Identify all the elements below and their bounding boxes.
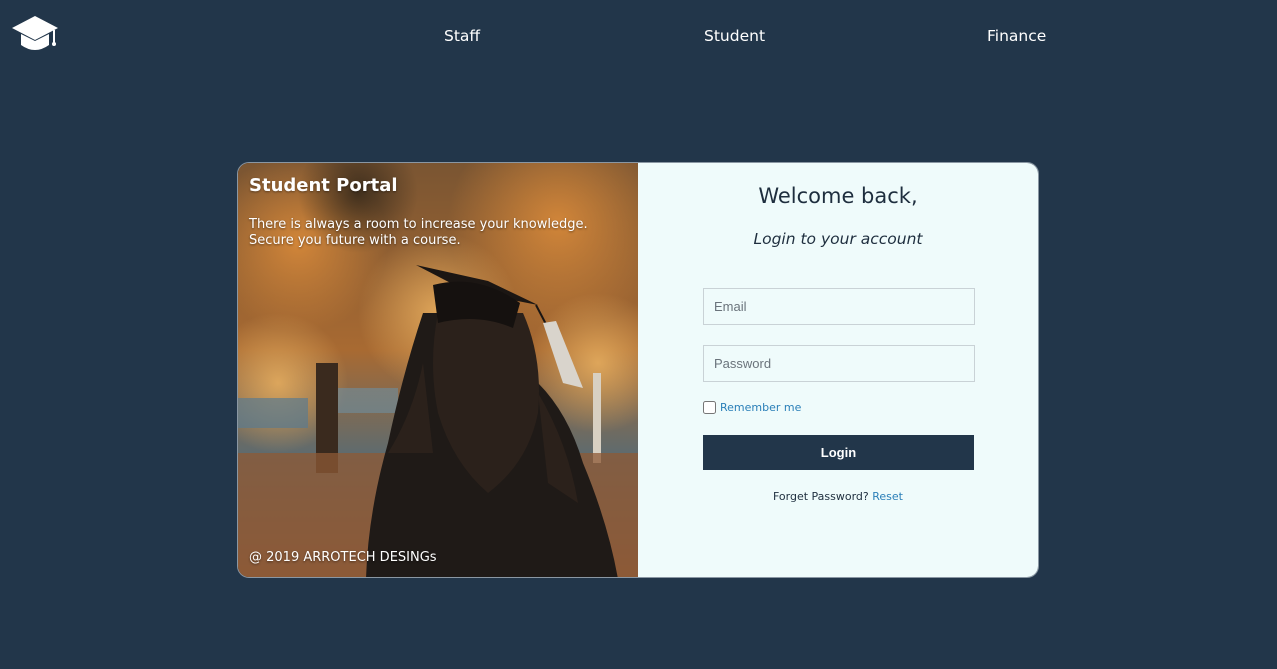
portal-title: Student Portal [249, 175, 398, 196]
email-field[interactable] [703, 288, 975, 325]
portal-tagline: There is always a room to increase your … [249, 217, 629, 249]
tagline-line-2: Secure you future with a course. [249, 233, 461, 248]
welcome-heading: Welcome back, [758, 184, 918, 208]
forgot-password-row: Forget Password? Reset [638, 490, 1038, 503]
login-button[interactable]: Login [703, 435, 974, 470]
forgot-password-text: Forget Password? [772, 490, 873, 503]
nav-link-staff[interactable]: Staff [444, 27, 480, 45]
graduation-cap-icon[interactable] [11, 15, 59, 55]
remember-me-group: Remember me [703, 401, 801, 414]
nav-link-finance[interactable]: Finance [987, 27, 1046, 45]
login-card: Student Portal There is always a room to… [237, 162, 1039, 578]
password-field[interactable] [703, 345, 975, 382]
remember-me-label[interactable]: Remember me [720, 401, 801, 414]
nav-link-student[interactable]: Student [704, 27, 765, 45]
hero-photo-panel: Student Portal There is always a room to… [238, 163, 638, 577]
tagline-line-1: There is always a room to increase your … [249, 217, 588, 232]
login-subtitle: Login to your account [753, 230, 923, 248]
reset-link[interactable]: Reset [872, 490, 903, 503]
copyright-text: @ 2019 ARROTECH DESINGs [249, 550, 437, 565]
remember-me-checkbox[interactable] [703, 401, 716, 414]
navbar: Staff Student Finance [0, 0, 1277, 74]
login-form-panel: Welcome back, Login to your account Reme… [638, 163, 1038, 577]
